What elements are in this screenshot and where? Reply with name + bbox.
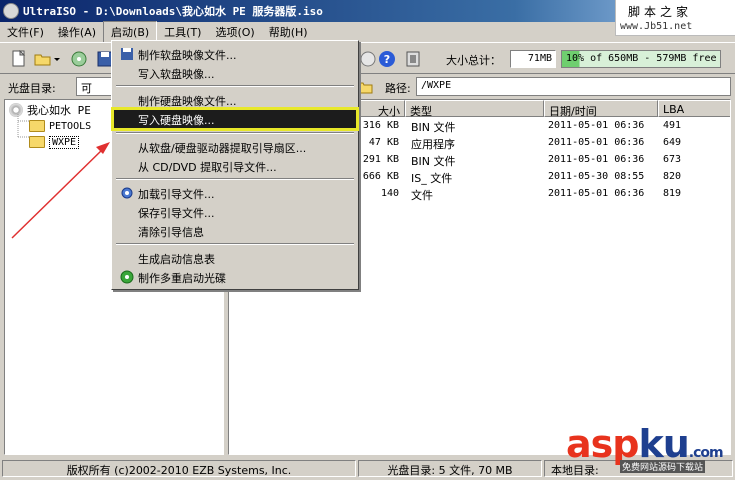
row-size: 47 KB bbox=[368, 137, 399, 148]
menu-bar: 文件(F) 操作(A) 启动(B) 工具(T) 选项(O) 帮助(H) bbox=[0, 21, 612, 43]
menu-item-extract-boot-sector[interactable]: 从软盘/硬盘驱动器提取引导扇区... bbox=[114, 138, 356, 156]
menu-item-extract-boot-file-cd[interactable]: 从 CD/DVD 提取引导文件... bbox=[114, 157, 356, 175]
boot-menu-dropdown: 制作软盘映像文件... 写入软盘映像... 制作硬盘映像文件... 写入硬盘映像… bbox=[111, 40, 359, 290]
menu-item-write-floppy-image[interactable]: 写入软盘映像... bbox=[114, 64, 356, 82]
watermark-char: 家 bbox=[676, 5, 689, 19]
watermark-url: www.Jb51.net bbox=[620, 21, 693, 32]
menu-item-label: 制作硬盘映像文件... bbox=[138, 95, 237, 108]
menu-actions[interactable]: 操作(A) bbox=[51, 22, 103, 42]
app-icon bbox=[3, 3, 19, 19]
menu-item-label: 从 CD/DVD 提取引导文件... bbox=[138, 161, 277, 174]
menu-item-clear-boot-info[interactable]: 清除引导信息 bbox=[114, 222, 356, 240]
column-header-type[interactable]: 类型 bbox=[405, 100, 544, 118]
menu-options[interactable]: 选项(O) bbox=[208, 22, 261, 42]
floppy-icon bbox=[121, 48, 133, 60]
cd-directory-label: 光盘目录: bbox=[8, 82, 56, 95]
row-lba: 820 bbox=[663, 171, 682, 182]
menu-separator bbox=[116, 178, 354, 180]
menu-help[interactable]: 帮助(H) bbox=[262, 22, 315, 42]
path-field[interactable]: /WXPE bbox=[416, 77, 731, 96]
menu-file[interactable]: 文件(F) bbox=[0, 22, 51, 42]
dropdown-arrow-icon[interactable] bbox=[52, 50, 62, 68]
menu-item-make-floppy-image[interactable]: 制作软盘映像文件... bbox=[114, 45, 356, 63]
row-date: 2011-05-30 08:55 bbox=[548, 171, 645, 182]
open-cd-icon[interactable] bbox=[70, 50, 88, 68]
menu-item-label: 写入硬盘映像... bbox=[138, 114, 215, 127]
menu-item-label: 加载引导文件... bbox=[138, 188, 215, 201]
row-lba: 673 bbox=[663, 154, 682, 165]
menu-item-generate-boot-info-table[interactable]: 生成启动信息表 bbox=[114, 249, 356, 267]
green-disc-icon bbox=[120, 270, 134, 284]
row-type: 文件 bbox=[411, 189, 433, 202]
gear-icon bbox=[121, 187, 133, 199]
row-lba: 491 bbox=[663, 120, 682, 131]
brand-suffix: .com bbox=[688, 445, 724, 461]
status-cd-info: 光盘目录: 5 文件, 70 MB bbox=[358, 460, 542, 477]
size-total-value: 71MB bbox=[510, 50, 556, 68]
column-header-size[interactable]: 大小 bbox=[357, 100, 405, 118]
watermark-char: 脚 bbox=[628, 5, 641, 19]
row-lba: 819 bbox=[663, 188, 682, 199]
row-date: 2011-05-01 06:36 bbox=[548, 154, 645, 165]
menu-item-write-hdd-image[interactable]: 写入硬盘映像... bbox=[111, 107, 359, 131]
row-date: 2011-05-01 06:36 bbox=[548, 137, 645, 148]
menu-item-multiboot-disc[interactable]: 制作多重启动光碟 bbox=[114, 268, 356, 286]
brand-subtitle: 免费网站源码下载站 bbox=[620, 460, 706, 473]
watermark-char: 本 bbox=[644, 5, 657, 19]
cd-directory-combo[interactable]: 可 bbox=[76, 77, 116, 96]
row-date: 2011-05-01 06:36 bbox=[548, 188, 645, 199]
help-icon[interactable]: ? bbox=[378, 50, 396, 68]
row-size: 316 KB bbox=[362, 120, 399, 131]
menu-item-label: 清除引导信息 bbox=[138, 226, 204, 239]
menu-item-label: 制作软盘映像文件... bbox=[138, 49, 237, 62]
svg-text:?: ? bbox=[384, 53, 390, 66]
tree-item-label: WXPE bbox=[49, 135, 80, 149]
row-type: IS_ 文件 bbox=[411, 172, 453, 185]
row-type: BIN 文件 bbox=[411, 121, 456, 134]
row-lba: 649 bbox=[663, 137, 682, 148]
menu-item-label: 制作多重启动光碟 bbox=[138, 272, 226, 285]
folder-icon bbox=[29, 120, 45, 132]
exit-icon[interactable] bbox=[404, 50, 422, 68]
column-header-lba[interactable]: LBA bbox=[658, 100, 730, 117]
tree-item-petools[interactable]: PETOOLS bbox=[29, 118, 91, 134]
row-size: 666 KB bbox=[362, 171, 399, 182]
menu-item-load-boot-file[interactable]: 加载引导文件... bbox=[114, 184, 356, 202]
column-header-date[interactable]: 日期/时间 bbox=[544, 100, 658, 118]
menu-item-label: 生成启动信息表 bbox=[138, 253, 215, 266]
row-type: 应用程序 bbox=[411, 138, 455, 151]
menu-separator bbox=[116, 243, 354, 245]
menu-separator bbox=[116, 85, 354, 87]
size-total-label: 大小总计： bbox=[446, 54, 501, 67]
folder-open-icon bbox=[29, 136, 45, 148]
tree-root-label: 我心如水 PE bbox=[27, 104, 91, 117]
menu-tools[interactable]: 工具(T) bbox=[157, 22, 208, 42]
row-size: 291 KB bbox=[362, 154, 399, 165]
refresh-icon[interactable] bbox=[359, 50, 377, 68]
menu-item-make-hdd-image[interactable]: 制作硬盘映像文件... bbox=[114, 91, 356, 109]
menu-separator bbox=[116, 132, 354, 134]
tree-item-wxpe[interactable]: WXPE bbox=[29, 134, 80, 150]
row-size: 140 bbox=[380, 188, 399, 199]
status-copyright: 版权所有 (c)2002-2010 EZB Systems, Inc. bbox=[2, 460, 356, 477]
disc-usage-bar: 10% of 650MB - 579MB free bbox=[561, 50, 721, 68]
new-file-icon[interactable] bbox=[10, 50, 28, 68]
path-label: 路径: bbox=[385, 82, 411, 95]
menu-item-label: 从软盘/硬盘驱动器提取引导扇区... bbox=[138, 142, 307, 155]
watermark-char: 之 bbox=[660, 5, 673, 19]
menu-item-label: 保存引导文件... bbox=[138, 207, 215, 220]
up-folder-icon[interactable] bbox=[357, 79, 373, 95]
watermark-logo: 脚 本 之 家 www.Jb51.net bbox=[615, 0, 735, 36]
menu-item-label: 写入软盘映像... bbox=[138, 68, 215, 81]
window-title: UltraISO - D:\Downloads\我心如水 PE 服务器版.iso bbox=[23, 5, 323, 18]
open-folder-icon[interactable] bbox=[34, 50, 52, 68]
row-date: 2011-05-01 06:36 bbox=[548, 120, 645, 131]
tree-item-label: PETOOLS bbox=[49, 120, 92, 132]
row-type: BIN 文件 bbox=[411, 155, 456, 168]
menu-item-save-boot-file[interactable]: 保存引导文件... bbox=[114, 203, 356, 221]
